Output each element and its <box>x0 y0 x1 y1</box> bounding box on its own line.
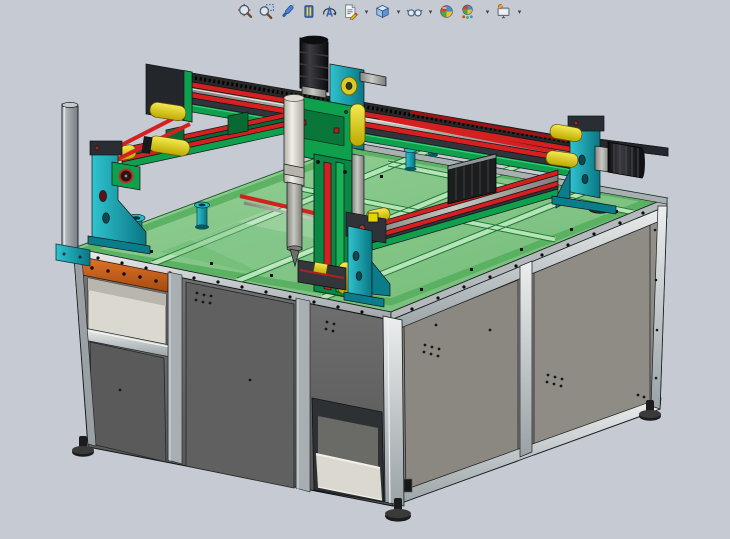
view-toolbar: ▾ ▾ ▾ <box>236 1 524 21</box>
panel-slot <box>404 479 412 492</box>
zoom-to-area-icon <box>258 3 275 20</box>
apply-scene-button[interactable] <box>458 2 477 21</box>
view-orientation-icon <box>374 3 391 20</box>
edit-appearance-icon <box>438 3 455 20</box>
apply-scene-icon <box>459 3 476 20</box>
apply-scene-dropdown[interactable]: ▾ <box>483 1 492 21</box>
zoom-to-fit-icon <box>237 3 254 20</box>
view-orientation-dropdown[interactable]: ▾ <box>394 1 403 21</box>
zoom-to-selection-icon <box>300 3 317 20</box>
hide-show-items-dropdown[interactable]: ▾ <box>426 1 435 21</box>
drawing-view-button[interactable] <box>341 2 360 21</box>
z-motor[interactable] <box>300 36 328 98</box>
drawing-view-icon <box>342 3 359 20</box>
bottom-bay-opening <box>312 398 384 502</box>
hide-show-items-icon <box>406 3 423 20</box>
zoom-to-fit-button[interactable] <box>236 2 255 21</box>
view-settings-icon <box>495 3 512 20</box>
hide-show-items-button[interactable] <box>405 2 424 21</box>
view-settings-button[interactable] <box>494 2 513 21</box>
rotate-view-icon <box>321 3 338 20</box>
view-orientation-button[interactable] <box>373 2 392 21</box>
zoom-in-out-button[interactable] <box>278 2 297 21</box>
zoom-to-area-button[interactable] <box>257 2 276 21</box>
drawing-view-dropdown[interactable]: ▾ <box>362 1 371 21</box>
zoom-to-selection-button[interactable] <box>299 2 318 21</box>
spindle[interactable] <box>284 95 304 267</box>
model-viewport[interactable] <box>0 0 730 539</box>
rotate-view-button[interactable] <box>320 2 339 21</box>
edit-appearance-button[interactable] <box>437 2 456 21</box>
zoom-in-out-icon <box>279 3 296 20</box>
view-settings-dropdown[interactable]: ▾ <box>515 1 524 21</box>
